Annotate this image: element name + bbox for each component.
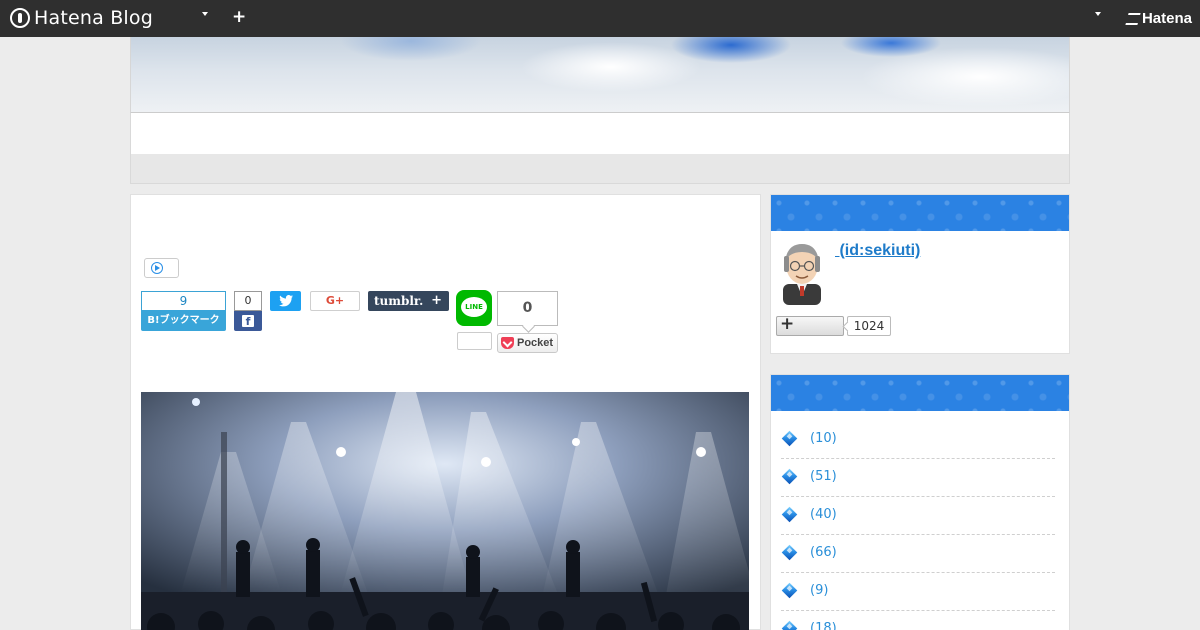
- line-share-count: [457, 332, 492, 350]
- profile-module: (id:sekiuti) 1024: [770, 194, 1070, 354]
- line-icon: LINE: [461, 297, 487, 317]
- category-count: (9): [810, 583, 829, 598]
- hatena-brand-link[interactable]: Hatena: [1125, 10, 1192, 27]
- tumblr-share-button[interactable]: tumblr. +: [368, 291, 449, 311]
- diamond-bullet-icon: [781, 544, 798, 561]
- hatena-bookmark-button[interactable]: B!ブックマーク: [141, 310, 226, 331]
- diamond-bullet-icon: [781, 468, 798, 485]
- hatena-bookmark-count[interactable]: 9: [141, 291, 226, 310]
- tumblr-plus-icon: +: [431, 293, 442, 308]
- category-count: (10): [810, 431, 837, 446]
- category-item[interactable]: (18): [781, 611, 1055, 630]
- article-entry: 9 B!ブックマーク 0 f G+ tumblr. + LINE 0 Pocke…: [130, 194, 761, 630]
- account-menu-chevron-down-icon[interactable]: [1095, 12, 1101, 16]
- category-item[interactable]: (9): [781, 573, 1055, 611]
- tumblr-label: tumblr.: [374, 294, 424, 308]
- profile-avatar[interactable]: [779, 240, 825, 305]
- diamond-bullet-icon: [781, 620, 798, 630]
- pocket-count: 0: [497, 291, 558, 326]
- diamond-bullet-icon: [781, 506, 798, 523]
- avatar-image: [783, 244, 821, 305]
- read-aloud-button[interactable]: [144, 258, 179, 278]
- blog-title-area: [130, 112, 1070, 155]
- facebook-share-count: 0: [234, 291, 262, 311]
- facebook-share-button[interactable]: f: [234, 311, 262, 331]
- article-eyecatch-image: [141, 392, 749, 630]
- blog-menu-chevron-down-icon[interactable]: [202, 12, 208, 16]
- category-count: (51): [810, 469, 837, 484]
- global-header: Hatena Blog + Hatena: [0, 0, 1200, 37]
- hatena-brand-text: Hatena: [1141, 10, 1192, 27]
- hatena-logo-icon: [1125, 12, 1141, 25]
- category-count: (18): [810, 621, 837, 630]
- hatena-blog-logo[interactable]: Hatena Blog: [10, 7, 153, 29]
- hatena-blog-logo-icon: [10, 8, 30, 28]
- plus-icon[interactable]: +: [232, 7, 246, 27]
- line-share-button[interactable]: LINE: [456, 290, 492, 326]
- profile-module-header: [771, 195, 1069, 231]
- twitter-bird-icon: [279, 295, 293, 307]
- blog-header-image: [130, 37, 1070, 113]
- category-list: (10) (51) (40) (66) (9) (18): [771, 421, 1069, 630]
- category-count: (40): [810, 507, 837, 522]
- category-count: (66): [810, 545, 837, 560]
- pocket-label: Pocket: [517, 337, 554, 349]
- diamond-bullet-icon: [781, 582, 798, 599]
- follow-reader-button[interactable]: [776, 314, 844, 336]
- blog-description-bar: [130, 154, 1070, 184]
- category-item[interactable]: (10): [781, 421, 1055, 459]
- pocket-icon: [501, 337, 514, 349]
- concert-photo: [141, 392, 749, 630]
- diamond-bullet-icon: [781, 430, 798, 447]
- category-module: (10) (51) (40) (66) (9) (18): [770, 374, 1070, 630]
- pocket-save-button[interactable]: Pocket: [497, 333, 558, 353]
- facebook-icon: f: [242, 315, 254, 328]
- play-icon: [151, 262, 163, 274]
- follower-count: 1024: [847, 316, 891, 336]
- category-module-header: [771, 375, 1069, 411]
- twitter-share-button[interactable]: [270, 291, 301, 311]
- category-item[interactable]: (40): [781, 497, 1055, 535]
- logo-text: Hatena Blog: [34, 7, 153, 29]
- category-item[interactable]: (66): [781, 535, 1055, 573]
- category-item[interactable]: (51): [781, 459, 1055, 497]
- profile-name-link[interactable]: (id:sekiuti): [835, 242, 920, 260]
- google-plus-share-button[interactable]: G+: [310, 291, 360, 311]
